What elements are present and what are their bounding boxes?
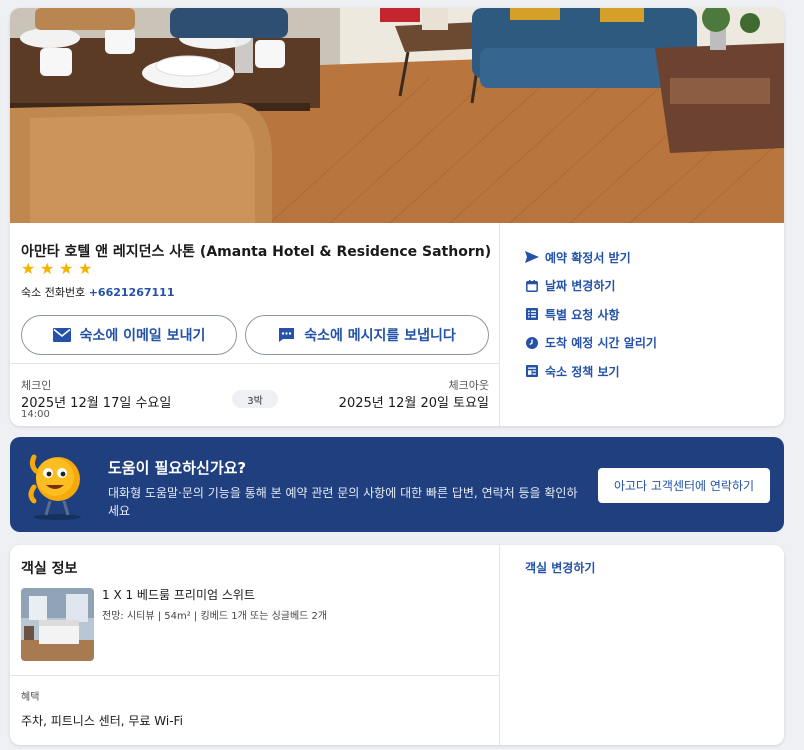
action-label: 날짜 변경하기 (545, 279, 616, 294)
help-title: 도움이 필요하신가요? (108, 459, 247, 477)
mascot-icon (28, 449, 88, 525)
room-description: 전망: 시티뷰 | 54m² | 킹베드 1개 또는 싱글베드 2개 (102, 611, 328, 622)
checkout-label: 체크아웃 (448, 379, 489, 392)
nights-badge: 3박 (232, 390, 278, 408)
room-section-title: 객실 정보 (21, 561, 78, 577)
benefits-text: 주차, 피트니스 센터, 무료 Wi-Fi (21, 714, 183, 728)
view-policy-link[interactable]: 숙소 정책 보기 (525, 357, 657, 386)
room-details: 객실 정보 1 X 1 베드룸 프리미엄 스위트 전망: 시티뷰 | 54m² … (10, 545, 500, 745)
star-icon: ★ (78, 259, 93, 278)
phone-row: 숙소 전화번호 +6621267111 (21, 284, 174, 300)
star-rating: ★ ★ ★ ★ (21, 261, 95, 277)
room-card: 객실 정보 1 X 1 베드룸 프리미엄 스위트 전망: 시티뷰 | 54m² … (10, 545, 784, 745)
checkin-time: 14:00 (21, 409, 50, 420)
message-button-label: 숙소에 메시지를 보냅니다 (304, 328, 456, 344)
policy-icon (525, 365, 539, 378)
checkin-label: 체크인 (21, 379, 52, 392)
stay-dates: 체크인 2025년 12월 17일 수요일 14:00 3박 체크아웃 2025… (10, 363, 500, 426)
email-property-button[interactable]: 숙소에 이메일 보내기 (21, 315, 237, 355)
room-name: 1 X 1 베드룸 프리미엄 스위트 (102, 588, 255, 602)
action-label: 예약 확정서 받기 (545, 250, 631, 265)
special-requests-link[interactable]: 특별 요청 사항 (525, 300, 657, 329)
booking-card: 아만타 호텔 앤 레지던스 사톤 (Amanta Hotel & Residen… (10, 8, 784, 426)
change-dates-link[interactable]: 날짜 변경하기 (525, 272, 657, 301)
checklist-icon (525, 308, 539, 321)
star-icon: ★ (21, 259, 36, 278)
star-icon: ★ (40, 259, 55, 278)
hotel-photo (10, 8, 784, 223)
star-icon: ★ (59, 259, 74, 278)
envelope-icon (52, 328, 71, 342)
clock-icon (525, 336, 539, 349)
action-label: 특별 요청 사항 (545, 307, 620, 322)
action-label: 도착 예정 시간 알리기 (545, 336, 657, 351)
arrival-time-link[interactable]: 도착 예정 시간 알리기 (525, 329, 657, 358)
phone-label: 숙소 전화번호 (21, 286, 86, 299)
message-property-button[interactable]: 숙소에 메시지를 보냅니다 (245, 315, 489, 355)
hotel-name: 아만타 호텔 앤 레지던스 사톤 (Amanta Hotel & Residen… (21, 244, 492, 260)
checkout-date: 2025년 12월 20일 토요일 (338, 396, 489, 411)
contact-support-button[interactable]: 아고다 고객센터에 연락하기 (598, 468, 770, 503)
help-banner: 도움이 필요하신가요? 대화형 도움말·문의 기능을 통해 본 예약 관련 문의… (10, 437, 784, 532)
booking-actions: 예약 확정서 받기 날짜 변경하기 특별 요청 사항 도착 예정 시간 알리기 (501, 223, 784, 426)
action-label: 숙소 정책 보기 (545, 364, 620, 379)
benefits-section: 혜택 주차, 피트니스 센터, 무료 Wi-Fi (10, 675, 500, 745)
room-thumbnail[interactable] (21, 588, 94, 661)
benefits-label: 혜택 (21, 692, 40, 703)
booking-details: 아만타 호텔 앤 레지던스 사톤 (Amanta Hotel & Residen… (10, 223, 500, 426)
send-icon (525, 251, 539, 264)
email-button-label: 숙소에 이메일 보내기 (79, 328, 206, 344)
help-text: 대화형 도움말·문의 기능을 통해 본 예약 관련 문의 사항에 대한 빠른 답… (108, 486, 578, 518)
get-confirmation-link[interactable]: 예약 확정서 받기 (525, 243, 657, 272)
phone-link[interactable]: +6621267111 (89, 286, 175, 299)
calendar-icon (525, 279, 539, 292)
change-room-link[interactable]: 객실 변경하기 (525, 559, 595, 576)
chat-icon (278, 327, 295, 343)
